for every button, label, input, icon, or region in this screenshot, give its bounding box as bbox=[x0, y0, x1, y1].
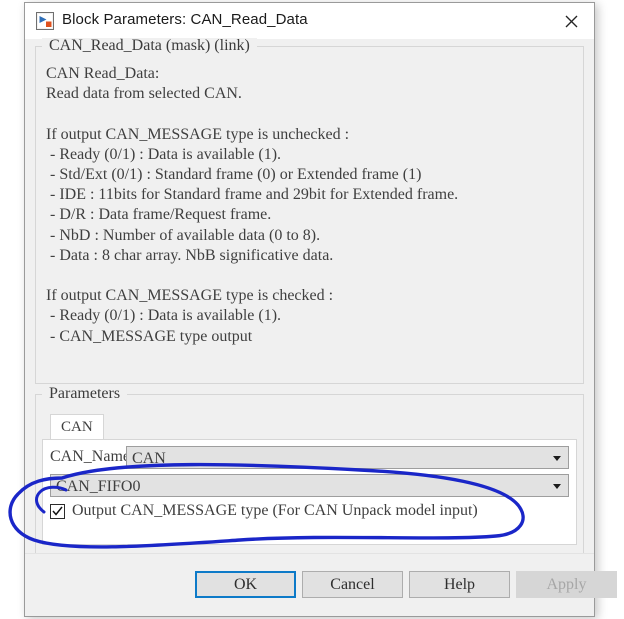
cancel-button-label: Cancel bbox=[330, 575, 375, 593]
can-fifo-dropdown[interactable]: CAN_FIFO0 bbox=[50, 474, 569, 497]
dialog-title: Block Parameters: CAN_Read_Data bbox=[62, 11, 308, 28]
legend-rule-right bbox=[256, 45, 583, 47]
checkmark-icon bbox=[52, 506, 63, 516]
description-group: CAN_Read_Data (mask) (link) CAN Read_Dat… bbox=[35, 38, 584, 384]
screen: Block Parameters: CAN_Read_Data CAN_Read… bbox=[0, 0, 624, 619]
legend-rule-right bbox=[127, 393, 583, 395]
tab-page-can: CAN_Name CAN CAN_FIFO0 Output CAN_MESSAG… bbox=[42, 439, 577, 545]
parameters-group: Parameters CAN CAN_Name CAN CAN_FIFO0 Ou… bbox=[35, 386, 584, 554]
button-bar: OK Cancel Help Apply bbox=[25, 553, 617, 616]
ok-button-label: OK bbox=[233, 575, 258, 593]
can-name-dropdown[interactable]: CAN bbox=[126, 446, 569, 469]
title-bar: Block Parameters: CAN_Read_Data bbox=[25, 3, 594, 39]
can-name-row: CAN_Name CAN bbox=[43, 446, 576, 470]
output-message-label: Output CAN_MESSAGE type (For CAN Unpack … bbox=[72, 502, 478, 519]
tab-can[interactable]: CAN bbox=[50, 414, 104, 440]
ok-button[interactable]: OK bbox=[195, 571, 296, 598]
cancel-button[interactable]: Cancel bbox=[302, 571, 403, 598]
help-button-label: Help bbox=[443, 575, 476, 593]
can-fifo-value: CAN_FIFO0 bbox=[56, 478, 141, 495]
help-button[interactable]: Help bbox=[409, 571, 510, 598]
tab-can-label: CAN bbox=[61, 419, 93, 435]
apply-button: Apply bbox=[516, 571, 617, 598]
parameters-legend-row: Parameters bbox=[36, 386, 583, 402]
chevron-down-icon bbox=[553, 456, 561, 461]
tab-strip: CAN bbox=[42, 414, 577, 440]
parameters-inner: CAN CAN_Name CAN CAN_FIFO0 Output CAN_ME… bbox=[42, 414, 577, 545]
can-name-value: CAN bbox=[132, 450, 166, 467]
output-message-checkbox[interactable] bbox=[50, 503, 65, 519]
close-icon[interactable] bbox=[548, 3, 594, 39]
dialog-body: CAN_Read_Data (mask) (link) CAN Read_Dat… bbox=[25, 38, 617, 616]
description-legend: CAN_Read_Data (mask) (link) bbox=[42, 38, 257, 54]
description-legend-row: CAN_Read_Data (mask) (link) bbox=[36, 38, 583, 54]
simulink-block-icon bbox=[36, 12, 54, 30]
output-message-row[interactable]: Output CAN_MESSAGE type (For CAN Unpack … bbox=[50, 502, 478, 520]
can-name-label: CAN_Name bbox=[50, 448, 130, 465]
parameters-legend: Parameters bbox=[42, 386, 128, 402]
can-fifo-row: CAN_FIFO0 bbox=[43, 474, 576, 498]
block-parameters-dialog: Block Parameters: CAN_Read_Data CAN_Read… bbox=[24, 2, 617, 617]
description-text: CAN Read_Data: Read data from selected C… bbox=[46, 65, 459, 345]
chevron-down-icon bbox=[553, 484, 561, 489]
apply-button-label: Apply bbox=[546, 575, 587, 593]
